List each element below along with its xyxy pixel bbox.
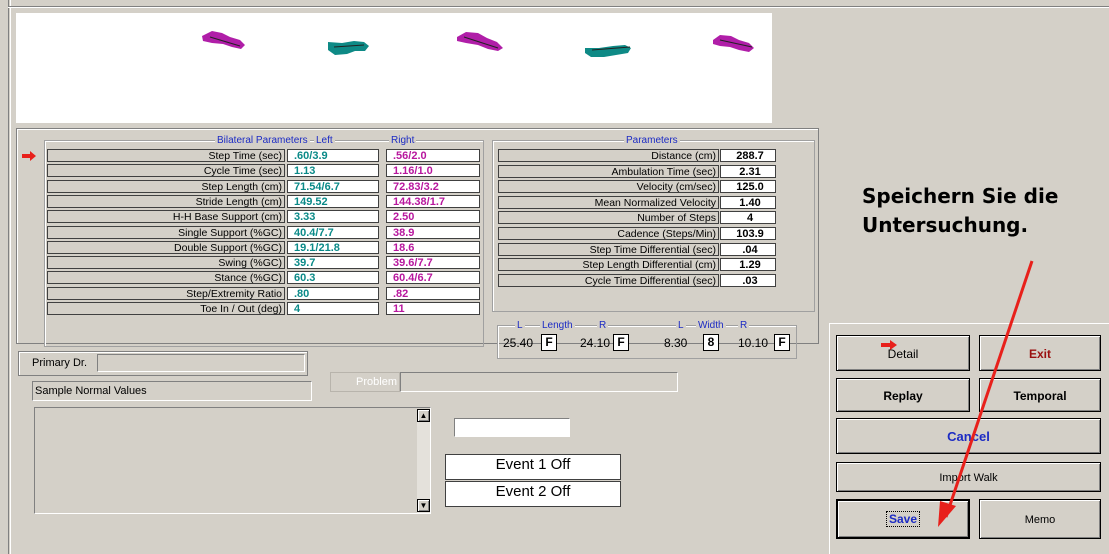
instruction-callout: Speichern Sie die Untersuchung. (862, 184, 1059, 237)
length-right-header: R (597, 320, 609, 331)
parameter-value[interactable]: 103.9 (720, 227, 776, 240)
event-1-status[interactable]: Event 1 Off (445, 454, 621, 480)
bilateral-row-label: Step Time (sec) (47, 149, 285, 162)
parameter-value[interactable]: 288.7 (720, 149, 776, 162)
event-input-field[interactable] (454, 418, 570, 437)
length-right-value: 24.10 (580, 336, 611, 350)
parameter-value[interactable]: 1.40 (720, 196, 776, 209)
event-2-status[interactable]: Event 2 Off (445, 481, 621, 507)
bilateral-left-value[interactable]: 19.1/21.8 (287, 241, 379, 254)
parameter-label: Step Time Differential (sec) (498, 243, 719, 256)
bilateral-right-value[interactable]: 2.50 (386, 210, 480, 223)
callout-arrow-icon (900, 255, 1050, 538)
width-right-value: 10.10 (738, 336, 769, 350)
footprint-left-3 (713, 35, 754, 52)
parameter-label: Cycle Time Differential (sec) (498, 274, 719, 287)
bilateral-row-label: Swing (%GC) (47, 256, 285, 269)
parameter-label: Step Length Differential (cm) (498, 258, 719, 271)
scroll-up-arrow-icon[interactable]: ▲ (417, 409, 430, 422)
parameter-label: Ambulation Time (sec) (498, 165, 719, 178)
parameter-value[interactable]: 1.29 (720, 258, 776, 271)
bilateral-row-label: Double Support (%GC) (47, 241, 285, 254)
bilateral-row-label: Step Length (cm) (47, 180, 285, 193)
primary-dr-field[interactable] (97, 354, 305, 372)
bilateral-left-value[interactable]: 3.33 (287, 210, 379, 223)
bilateral-left-value[interactable]: 149.52 (287, 195, 379, 208)
footprint-right-2 (585, 45, 631, 57)
notes-textarea[interactable] (34, 407, 431, 514)
parameter-label: Mean Normalized Velocity (498, 196, 719, 209)
left-frame-line (8, 0, 11, 554)
length-left-header: L (515, 320, 525, 331)
current-row-arrow-icon (21, 150, 37, 165)
bilateral-left-value[interactable]: 39.7 (287, 256, 379, 269)
detail-arrow-icon (880, 339, 898, 354)
bilateral-row-label: Cycle Time (sec) (47, 164, 285, 177)
footprint-display (16, 13, 772, 123)
bilateral-right-value[interactable]: 39.6/7.7 (386, 256, 480, 269)
parameter-value[interactable]: .04 (720, 243, 776, 256)
bilateral-row-label: Stride Length (cm) (47, 195, 285, 208)
bilateral-right-value[interactable]: 72.83/3.2 (386, 180, 480, 193)
bilateral-right-value[interactable]: 18.6 (386, 241, 480, 254)
footprint-canvas (202, 31, 754, 57)
parameter-label: Velocity (cm/sec) (498, 180, 719, 193)
right-header: Right (389, 135, 417, 146)
bilateral-left-value[interactable]: .60/3.9 (287, 149, 379, 162)
problem-label: Problem (330, 372, 400, 392)
width-right-flag[interactable]: F (774, 334, 790, 351)
parameter-value[interactable]: 125.0 (720, 180, 776, 193)
bilateral-left-value[interactable]: 4 (287, 302, 379, 315)
width-left-flag[interactable]: 8 (703, 334, 719, 351)
bilateral-left-value[interactable]: 60.3 (287, 271, 379, 284)
normals-field[interactable]: Sample Normal Values (32, 381, 312, 401)
bilateral-row-label: Toe In / Out (deg) (47, 302, 285, 315)
bilateral-row-label: Stance (%GC) (47, 271, 285, 284)
width-header: Width (696, 320, 726, 331)
primary-dr-label: Primary Dr. (32, 357, 87, 369)
width-left-value: 8.30 (664, 336, 688, 350)
bilateral-left-value[interactable]: 71.54/6.7 (287, 180, 379, 193)
parameter-value[interactable]: .03 (720, 274, 776, 287)
bilateral-left-value[interactable]: 40.4/7.7 (287, 226, 379, 239)
length-right-flag[interactable]: F (613, 334, 629, 351)
bilateral-right-value[interactable]: 144.38/1.7 (386, 195, 480, 208)
parameter-label: Cadence (Steps/Min) (498, 227, 719, 240)
length-header: Length (540, 320, 575, 331)
bilateral-row-label: Step/Extremity Ratio (47, 287, 285, 300)
bilateral-row-label: Single Support (%GC) (47, 226, 285, 239)
parameter-label: Distance (cm) (498, 149, 719, 162)
width-right-header: R (738, 320, 750, 331)
bilateral-right-value[interactable]: 1.16/1.0 (386, 164, 480, 177)
notes-scrollbar[interactable]: ▲ ▼ (417, 409, 430, 513)
footprint-right-1 (328, 41, 369, 55)
footprint-left-2 (457, 32, 503, 51)
footprint-left-1 (202, 31, 245, 49)
bilateral-left-value[interactable]: 1.13 (287, 164, 379, 177)
bilateral-row-label: H-H Base Support (cm) (47, 210, 285, 223)
problem-field[interactable] (400, 372, 678, 392)
parameters-title: Parameters (624, 135, 680, 146)
parameter-label: Number of Steps (498, 211, 719, 224)
scroll-down-arrow-icon[interactable]: ▼ (417, 499, 430, 512)
bilateral-right-value[interactable]: 38.9 (386, 226, 480, 239)
bilateral-right-value[interactable]: .82 (386, 287, 480, 300)
bilateral-right-value[interactable]: 60.4/6.7 (386, 271, 480, 284)
bilateral-right-value[interactable]: 11 (386, 302, 480, 315)
width-left-header: L (676, 320, 686, 331)
length-left-value: 25.40 (503, 336, 534, 350)
bilateral-right-value[interactable]: .56/2.0 (386, 149, 480, 162)
parameter-value[interactable]: 2.31 (720, 165, 776, 178)
parameter-value[interactable]: 4 (720, 211, 776, 224)
length-left-flag[interactable]: F (541, 334, 557, 351)
bilateral-title: Bilateral Parameters (215, 135, 310, 146)
bilateral-left-value[interactable]: .80 (287, 287, 379, 300)
left-header: Left (314, 135, 335, 146)
top-frame-line (8, 6, 1109, 8)
